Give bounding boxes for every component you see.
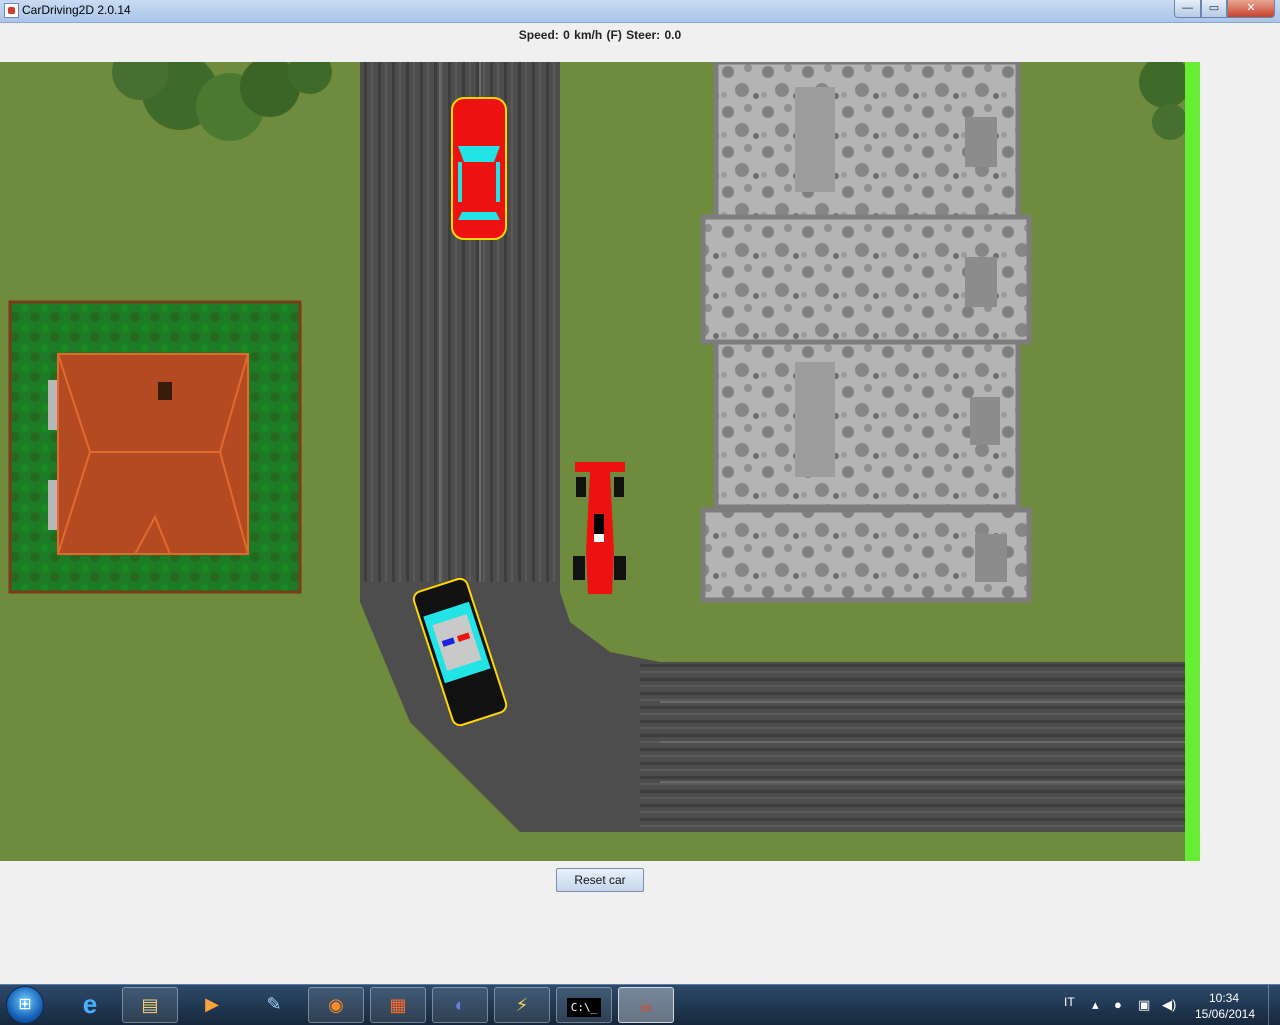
notification-icon[interactable]: ● — [1114, 997, 1122, 1012]
java-icon[interactable]: ☕ — [618, 987, 674, 1023]
boundary-strip — [1185, 62, 1200, 861]
start-button[interactable]: ⊞ — [6, 986, 44, 1024]
window-titlebar[interactable]: CarDriving2D 2.0.14 — ▭ ✕ — [0, 0, 1280, 23]
clock-date[interactable]: 15/06/2014 — [1190, 1007, 1260, 1021]
show-hidden-icons-icon[interactable]: ▴ — [1092, 997, 1099, 1013]
close-button[interactable]: ✕ — [1227, 0, 1275, 18]
minimize-button[interactable]: — — [1174, 0, 1201, 18]
eclipse-icon[interactable]: ◐ — [432, 987, 488, 1023]
maximize-button[interactable]: ▭ — [1201, 0, 1227, 18]
buildings — [700, 62, 1032, 603]
red-car[interactable] — [451, 97, 507, 240]
app-icon — [4, 3, 19, 18]
language-indicator[interactable]: IT — [1064, 995, 1075, 1009]
cmd-icon[interactable]: C:\_ — [556, 987, 612, 1023]
network-icon[interactable]: ▣ — [1138, 997, 1150, 1013]
folder-icon[interactable]: ▤ — [122, 987, 178, 1023]
show-desktop-button[interactable] — [1268, 985, 1280, 1025]
paint-icon[interactable]: ✎ — [246, 987, 302, 1023]
speed-status: Speed: 0 km/h (F) Steer: 0.0 — [518, 28, 682, 42]
office-icon[interactable]: ▦ — [370, 987, 426, 1023]
game-canvas[interactable] — [0, 62, 1200, 861]
volume-icon[interactable]: ◀) — [1162, 997, 1176, 1013]
internet-explorer-icon[interactable]: e — [62, 987, 118, 1023]
window-title: CarDriving2D 2.0.14 — [22, 3, 131, 17]
firefox-icon[interactable]: ◉ — [308, 987, 364, 1023]
clock-time[interactable]: 10:34 — [1196, 991, 1252, 1005]
house — [8, 300, 302, 594]
tool-icon[interactable]: ⚡ — [494, 987, 550, 1023]
taskbar: ⊞ e ▤ ▶ ✎ ◉ ▦ ◐ ⚡ C:\_ ☕ IT ▴ ● ▣ ◀) 10:… — [0, 984, 1280, 1025]
reset-car-button[interactable]: Reset car — [556, 868, 644, 892]
media-player-icon[interactable]: ▶ — [184, 987, 240, 1023]
